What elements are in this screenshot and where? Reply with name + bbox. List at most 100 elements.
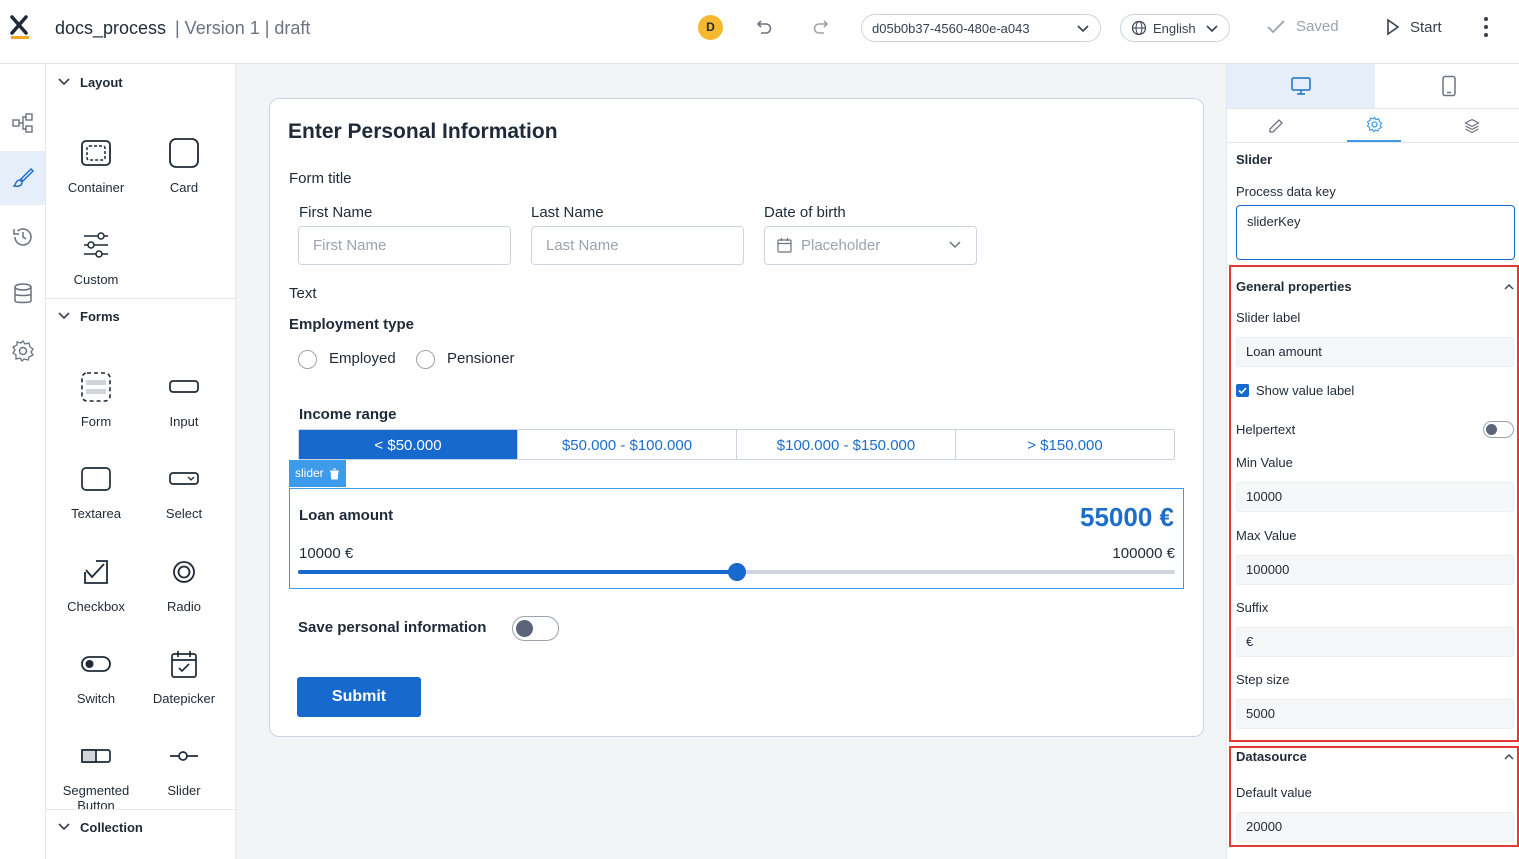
start-button[interactable]: Start — [1386, 18, 1442, 36]
rail-item-history[interactable] — [0, 210, 45, 264]
sliders-icon — [84, 232, 108, 258]
default-value-label: Default value — [1236, 785, 1312, 800]
slider-max-label: 100000 € — [1112, 545, 1175, 562]
divider — [1227, 142, 1519, 143]
collection-heading: Collection — [80, 820, 143, 835]
helpertext-switch[interactable] — [1483, 421, 1514, 438]
helpertext-label: Helpertext — [1236, 422, 1296, 437]
tab-layers[interactable] — [1423, 109, 1519, 142]
radio-employed[interactable] — [298, 350, 317, 369]
component-checkbox[interactable]: Checkbox — [52, 555, 140, 614]
component-slider[interactable]: Slider — [140, 739, 228, 798]
rail-item-data[interactable] — [0, 267, 45, 321]
globe-icon — [1131, 20, 1147, 36]
chevron-up-icon[interactable] — [1503, 752, 1515, 762]
switch-knob — [1486, 423, 1497, 435]
rail-item-ui-designer[interactable] — [0, 151, 45, 205]
component-form[interactable]: Form — [52, 370, 140, 429]
forms-section-header[interactable]: Forms — [46, 309, 235, 324]
app-logo-icon[interactable] — [9, 14, 31, 40]
language-value: English — [1153, 20, 1196, 36]
rail-item-settings[interactable] — [0, 324, 45, 378]
submit-button[interactable]: Submit — [297, 677, 421, 717]
last-name-label: Last Name — [531, 204, 604, 221]
component-textarea[interactable]: Textarea — [52, 462, 140, 521]
trash-icon[interactable] — [329, 468, 340, 480]
component-select[interactable]: Select — [140, 462, 228, 521]
step-size-label: Step size — [1236, 672, 1290, 687]
start-label: Start — [1410, 18, 1442, 36]
slider-thumb[interactable] — [727, 563, 746, 581]
component-label: Switch — [76, 691, 116, 706]
undo-icon[interactable] — [752, 16, 774, 38]
chevron-down-icon — [58, 78, 70, 86]
component-datepicker[interactable]: Datepicker — [140, 647, 228, 706]
top-bar: docs_process | Version 1 | draft D d05b0… — [0, 0, 1519, 64]
components-palette: Layout Container Card Custom Forms Form … — [46, 64, 236, 859]
user-avatar[interactable]: D — [698, 15, 723, 40]
segment-option[interactable]: > $150.000 — [956, 430, 1174, 459]
segment-option[interactable]: < $50.000 — [299, 430, 518, 459]
income-range-segmented-button: < $50.000 $50.000 - $100.000 $100.000 - … — [298, 429, 1175, 460]
dob-datepicker[interactable]: Placeholder — [764, 226, 977, 265]
tab-settings[interactable] — [1347, 109, 1401, 142]
save-info-switch[interactable] — [512, 616, 559, 641]
first-name-input[interactable]: First Name — [298, 226, 511, 265]
segment-option[interactable]: $100.000 - $150.000 — [737, 430, 956, 459]
component-input[interactable]: Input — [140, 370, 228, 429]
min-value-input[interactable]: 10000 — [1236, 482, 1514, 512]
checkbox-icon — [84, 560, 108, 584]
radio-employed-label: Employed — [329, 350, 396, 367]
suffix-label: Suffix — [1236, 600, 1269, 615]
form-subtitle: Form title — [289, 170, 352, 187]
collection-section-header[interactable]: Collection — [46, 820, 235, 835]
max-value-input[interactable]: 100000 — [1236, 555, 1514, 585]
slider-track[interactable] — [298, 563, 1175, 581]
card-icon — [169, 138, 199, 168]
layout-section-header[interactable]: Layout — [46, 75, 235, 90]
chevron-up-icon[interactable] — [1503, 282, 1515, 292]
process-data-key-input[interactable]: sliderKey — [1236, 205, 1515, 260]
process-id-select[interactable]: d05b0b37-4560-480e-a043 — [861, 14, 1101, 42]
component-switch[interactable]: Switch — [52, 647, 140, 706]
check-icon — [1238, 387, 1247, 395]
divider — [46, 298, 235, 299]
last-name-input[interactable]: Last Name — [531, 226, 744, 265]
show-value-label: Show value label — [1256, 383, 1355, 398]
suffix-input[interactable]: € — [1236, 627, 1514, 657]
employment-type-label: Employment type — [289, 316, 415, 333]
component-card[interactable]: Card — [140, 136, 228, 195]
component-label: Container — [67, 180, 125, 195]
version-status: | Version 1 | draft — [175, 18, 311, 38]
slider-label-input[interactable]: Loan amount — [1236, 337, 1514, 367]
component-radio[interactable]: Radio — [140, 555, 228, 614]
radio-pensioner-label: Pensioner — [447, 350, 515, 367]
datasource-heading[interactable]: Datasource — [1236, 749, 1307, 764]
component-custom[interactable]: Custom — [52, 228, 140, 287]
form-card[interactable] — [269, 98, 1204, 737]
step-size-input[interactable]: 5000 — [1236, 699, 1514, 729]
radio-pensioner[interactable] — [416, 350, 435, 369]
slider-label-label: Slider label — [1236, 310, 1301, 325]
play-icon — [1387, 18, 1400, 36]
rail-item-process[interactable] — [0, 96, 45, 150]
general-properties-heading[interactable]: General properties — [1236, 279, 1352, 294]
more-options-icon[interactable] — [1479, 16, 1493, 38]
show-value-checkbox[interactable] — [1236, 384, 1249, 397]
component-segmented-button[interactable]: Segmented Button — [52, 739, 140, 813]
segment-option[interactable]: $50.000 - $100.000 — [518, 430, 737, 459]
layout-heading: Layout — [80, 75, 123, 90]
tab-mobile-view[interactable] — [1375, 64, 1519, 108]
tab-styles[interactable] — [1227, 109, 1324, 142]
redo-icon[interactable] — [811, 16, 833, 38]
component-label: Datepicker — [152, 691, 216, 706]
slider-fill — [298, 570, 737, 574]
mobile-phone-icon — [1442, 75, 1456, 97]
default-value-input[interactable]: 20000 — [1236, 812, 1514, 842]
calendar-icon — [777, 238, 792, 253]
slider-label: Loan amount — [299, 507, 394, 524]
tab-desktop-view[interactable] — [1227, 64, 1375, 108]
segmented-button-icon — [81, 749, 111, 763]
component-container[interactable]: Container — [52, 136, 140, 195]
language-select[interactable]: English — [1120, 14, 1230, 42]
